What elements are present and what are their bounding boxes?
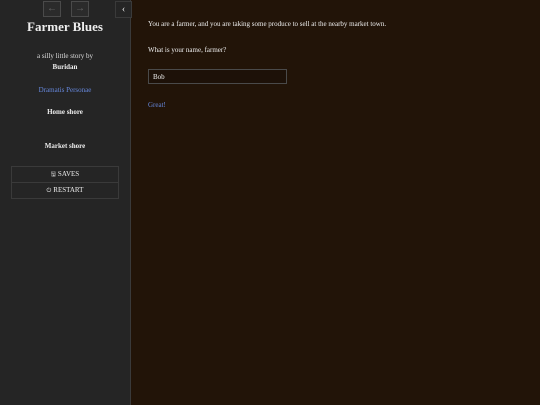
restart-label: RESTART [53, 186, 84, 194]
sidebar: ← → ‹ Farmer Blues a silly little story … [0, 0, 132, 405]
home-shore-label: Home shore [47, 108, 83, 116]
dramatis-personae-link[interactable]: Dramatis Personae [0, 86, 130, 94]
sidebar-toggle-button[interactable]: ‹ [115, 1, 132, 18]
story-subtitle: a silly little story by [37, 52, 93, 60]
restart-button[interactable]: ⏻ RESTART [11, 182, 119, 199]
history-back-button[interactable]: ← [43, 1, 61, 17]
continue-link[interactable]: Great! [148, 101, 166, 109]
farmer-name-input[interactable] [148, 69, 287, 84]
saves-button[interactable]: 🖫 SAVES [11, 166, 119, 183]
floppy-disk-icon: 🖫 [50, 172, 56, 178]
passage-intro: You are a farmer, and you are taking som… [148, 20, 387, 28]
saves-label: SAVES [57, 170, 80, 178]
power-icon: ⏻ [46, 188, 52, 194]
history-controls: ← → [43, 1, 89, 17]
passage-question: What is your name, farmer? [148, 46, 227, 54]
chevron-left-icon: ‹ [121, 4, 126, 15]
market-shore-label: Market shore [44, 142, 86, 150]
arrow-right-icon: → [75, 3, 85, 14]
arrow-left-icon: ← [47, 3, 57, 14]
history-forward-button[interactable]: → [71, 1, 89, 17]
story-author: Buridan [52, 63, 78, 71]
story-title: Farmer Blues [27, 19, 103, 34]
